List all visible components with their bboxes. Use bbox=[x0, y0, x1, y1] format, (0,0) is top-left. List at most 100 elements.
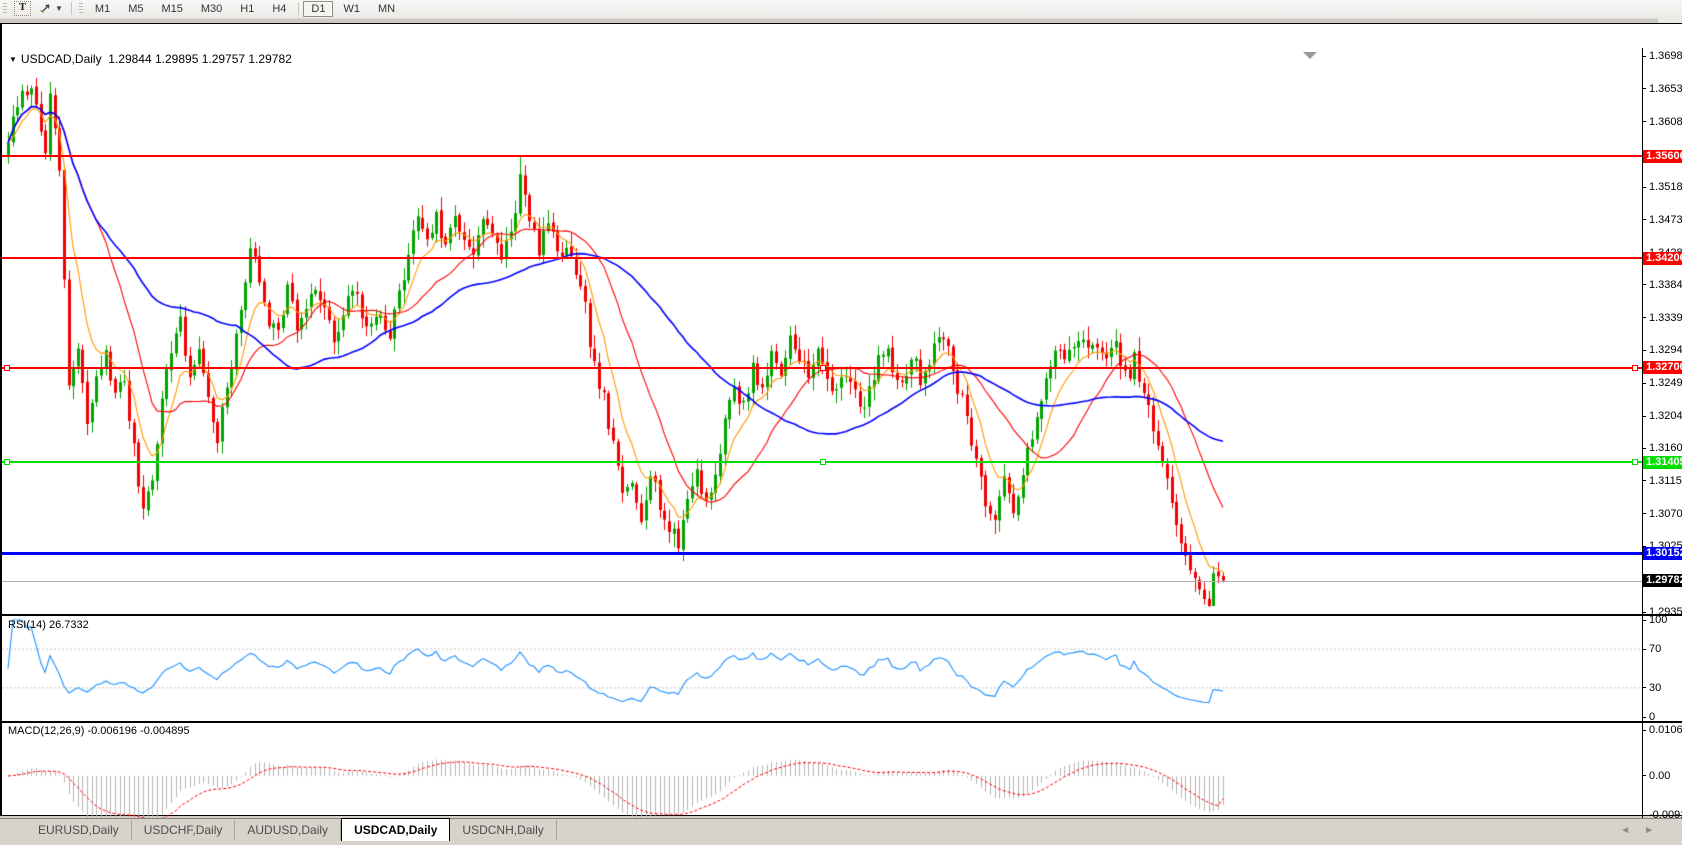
tab-eurusd-daily[interactable]: EURUSD,Daily bbox=[26, 820, 132, 840]
macd-tick-label: -0.009185 bbox=[1649, 809, 1682, 821]
toolbar-grip bbox=[79, 3, 83, 15]
tab-usdcad-daily[interactable]: USDCAD,Daily bbox=[341, 818, 450, 841]
price-tick-label: 1.33840 bbox=[1649, 279, 1682, 291]
price-tick-mark bbox=[1642, 513, 1646, 514]
macd-tick-label: 0.00 bbox=[1649, 770, 1670, 782]
timeframe-h4[interactable]: H4 bbox=[264, 1, 294, 17]
rsi-tick-mark bbox=[1642, 687, 1646, 688]
timeframe-m15[interactable]: M15 bbox=[153, 1, 190, 17]
price-tick-mark bbox=[1642, 219, 1646, 220]
tab-usdcnh-daily[interactable]: USDCNH,Daily bbox=[450, 820, 556, 840]
rsi-tick-label: 30 bbox=[1649, 682, 1661, 694]
price-tick-label: 1.31150 bbox=[1649, 475, 1682, 487]
rsi-tick-label: 0 bbox=[1649, 711, 1655, 723]
mt4-workspace: T ▼ M1M5M15M30H1H4 D1W1MN ▼ USDCAD,Daily 1… bbox=[0, 0, 1682, 845]
rsi-tick-label: 70 bbox=[1649, 643, 1661, 655]
rsi-tick-mark bbox=[1642, 649, 1646, 650]
horizontal-line-1.34206[interactable] bbox=[2, 257, 1642, 259]
text-tool-button[interactable]: T bbox=[11, 1, 34, 16]
price-tick-mark bbox=[1642, 383, 1646, 384]
macd-panel-canvas[interactable] bbox=[2, 723, 1642, 821]
panel-divider[interactable] bbox=[2, 614, 1682, 616]
price-tick-label: 1.36080 bbox=[1649, 116, 1682, 128]
rsi-panel-canvas[interactable] bbox=[2, 616, 1642, 721]
tab-scroll-arrows: ◄► bbox=[1620, 825, 1668, 836]
text-tool-icon: T bbox=[14, 1, 31, 16]
chart-tab-bar: EURUSD,DailyUSDCHF,DailyAUDUSD,DailyUSDC… bbox=[0, 818, 1682, 845]
price-tick-label: 1.30700 bbox=[1649, 508, 1682, 520]
horizontal-line-1.35606[interactable] bbox=[2, 155, 1642, 157]
price-tick-label: 1.32490 bbox=[1649, 377, 1682, 389]
line-handle[interactable] bbox=[820, 365, 826, 371]
symbol-dropdown-icon[interactable]: ▼ bbox=[9, 55, 17, 64]
price-tick-mark bbox=[1642, 480, 1646, 481]
timeframe-mn[interactable]: MN bbox=[370, 1, 403, 17]
price-tick-label: 1.33390 bbox=[1649, 312, 1682, 324]
price-tag-1.34206: 1.34206 bbox=[1643, 252, 1682, 265]
price-axis-line bbox=[1642, 48, 1643, 822]
line-handle[interactable] bbox=[4, 365, 10, 371]
price-tick-label: 1.34730 bbox=[1649, 214, 1682, 226]
timeframe-m5[interactable]: M5 bbox=[120, 1, 151, 17]
timeframe-m30[interactable]: M30 bbox=[193, 1, 230, 17]
macd-tick-mark bbox=[1642, 730, 1646, 731]
macd-tick-mark bbox=[1642, 775, 1646, 776]
price-tick-mark bbox=[1642, 187, 1646, 188]
price-tag-1.35606: 1.35606 bbox=[1643, 150, 1682, 163]
chart-window: ▼ USDCAD,Daily 1.29844 1.29895 1.29757 1.… bbox=[0, 23, 1682, 816]
rsi-tick-mark bbox=[1642, 717, 1646, 718]
tab-scroll-left-icon[interactable]: ◄ bbox=[1620, 825, 1644, 836]
chart-symbol-label: USDCAD,Daily bbox=[21, 52, 102, 66]
chevron-down-icon: ▼ bbox=[55, 4, 63, 13]
chart-shift-marker[interactable] bbox=[1303, 52, 1317, 59]
macd-indicator-label: MACD(12,26,9) -0.006196 -0.004895 bbox=[8, 725, 190, 737]
toolbar-separator bbox=[298, 2, 299, 15]
current-price-tag: 1.29782 bbox=[1643, 574, 1682, 587]
macd-tick-mark bbox=[1642, 815, 1646, 816]
price-tick-label: 1.31600 bbox=[1649, 442, 1682, 454]
tab-usdchf-daily[interactable]: USDCHF,Daily bbox=[132, 820, 236, 840]
arrange-windows-button[interactable]: ▼ bbox=[36, 1, 66, 16]
rsi-tick-label: 100 bbox=[1649, 614, 1667, 626]
timeframe-w1[interactable]: W1 bbox=[335, 1, 368, 17]
chart-ohlc-values: 1.29844 1.29895 1.29757 1.29782 bbox=[108, 52, 292, 66]
price-tag-1.31405: 1.31405 bbox=[1643, 456, 1682, 469]
timeframe-group: M1M5M15M30H1H4 D1W1MN bbox=[86, 1, 404, 17]
price-tick-mark bbox=[1642, 284, 1646, 285]
price-tick-mark bbox=[1642, 88, 1646, 89]
diagonal-arrows-icon bbox=[39, 3, 53, 15]
price-tick-mark bbox=[1642, 317, 1646, 318]
price-tick-mark bbox=[1642, 612, 1646, 613]
chart-title: ▼ USDCAD,Daily 1.29844 1.29895 1.29757 1.… bbox=[9, 52, 292, 66]
toolbar-grip bbox=[3, 3, 7, 15]
price-chart-canvas[interactable] bbox=[2, 48, 1642, 614]
line-handle[interactable] bbox=[1632, 459, 1638, 465]
macd-tick-label: 0.010615 bbox=[1649, 724, 1682, 736]
price-tick-label: 1.36980 bbox=[1649, 50, 1682, 62]
price-tick-mark bbox=[1642, 56, 1646, 57]
price-tick-mark bbox=[1642, 448, 1646, 449]
timeframe-m1[interactable]: M1 bbox=[87, 1, 118, 17]
price-tick-label: 1.32040 bbox=[1649, 410, 1682, 422]
rsi-tick-mark bbox=[1642, 620, 1646, 621]
line-handle[interactable] bbox=[1632, 365, 1638, 371]
rsi-indicator-label: RSI(14) 26.7332 bbox=[8, 619, 89, 631]
price-tick-mark bbox=[1642, 121, 1646, 122]
current-price-line bbox=[2, 581, 1642, 582]
price-tag-1.30152: 1.30152 bbox=[1643, 547, 1682, 560]
top-toolbar: T ▼ M1M5M15M30H1H4 D1W1MN bbox=[0, 0, 1682, 18]
tab-audusd-daily[interactable]: AUDUSD,Daily bbox=[235, 820, 341, 840]
price-tag-1.32700: 1.32700 bbox=[1643, 361, 1682, 374]
horizontal-line-1.30152[interactable] bbox=[2, 552, 1642, 555]
price-tick-label: 1.32940 bbox=[1649, 344, 1682, 356]
timeframe-h1[interactable]: H1 bbox=[232, 1, 262, 17]
tab-scroll-right-icon[interactable]: ► bbox=[1644, 825, 1668, 836]
timeframe-d1[interactable]: D1 bbox=[303, 1, 333, 17]
price-tick-mark bbox=[1642, 416, 1646, 417]
price-tick-label: 1.35180 bbox=[1649, 181, 1682, 193]
toolbar-separator bbox=[71, 2, 72, 15]
price-tick-mark bbox=[1642, 350, 1646, 351]
line-handle[interactable] bbox=[4, 459, 10, 465]
panel-divider[interactable] bbox=[2, 721, 1682, 723]
line-handle[interactable] bbox=[820, 459, 826, 465]
